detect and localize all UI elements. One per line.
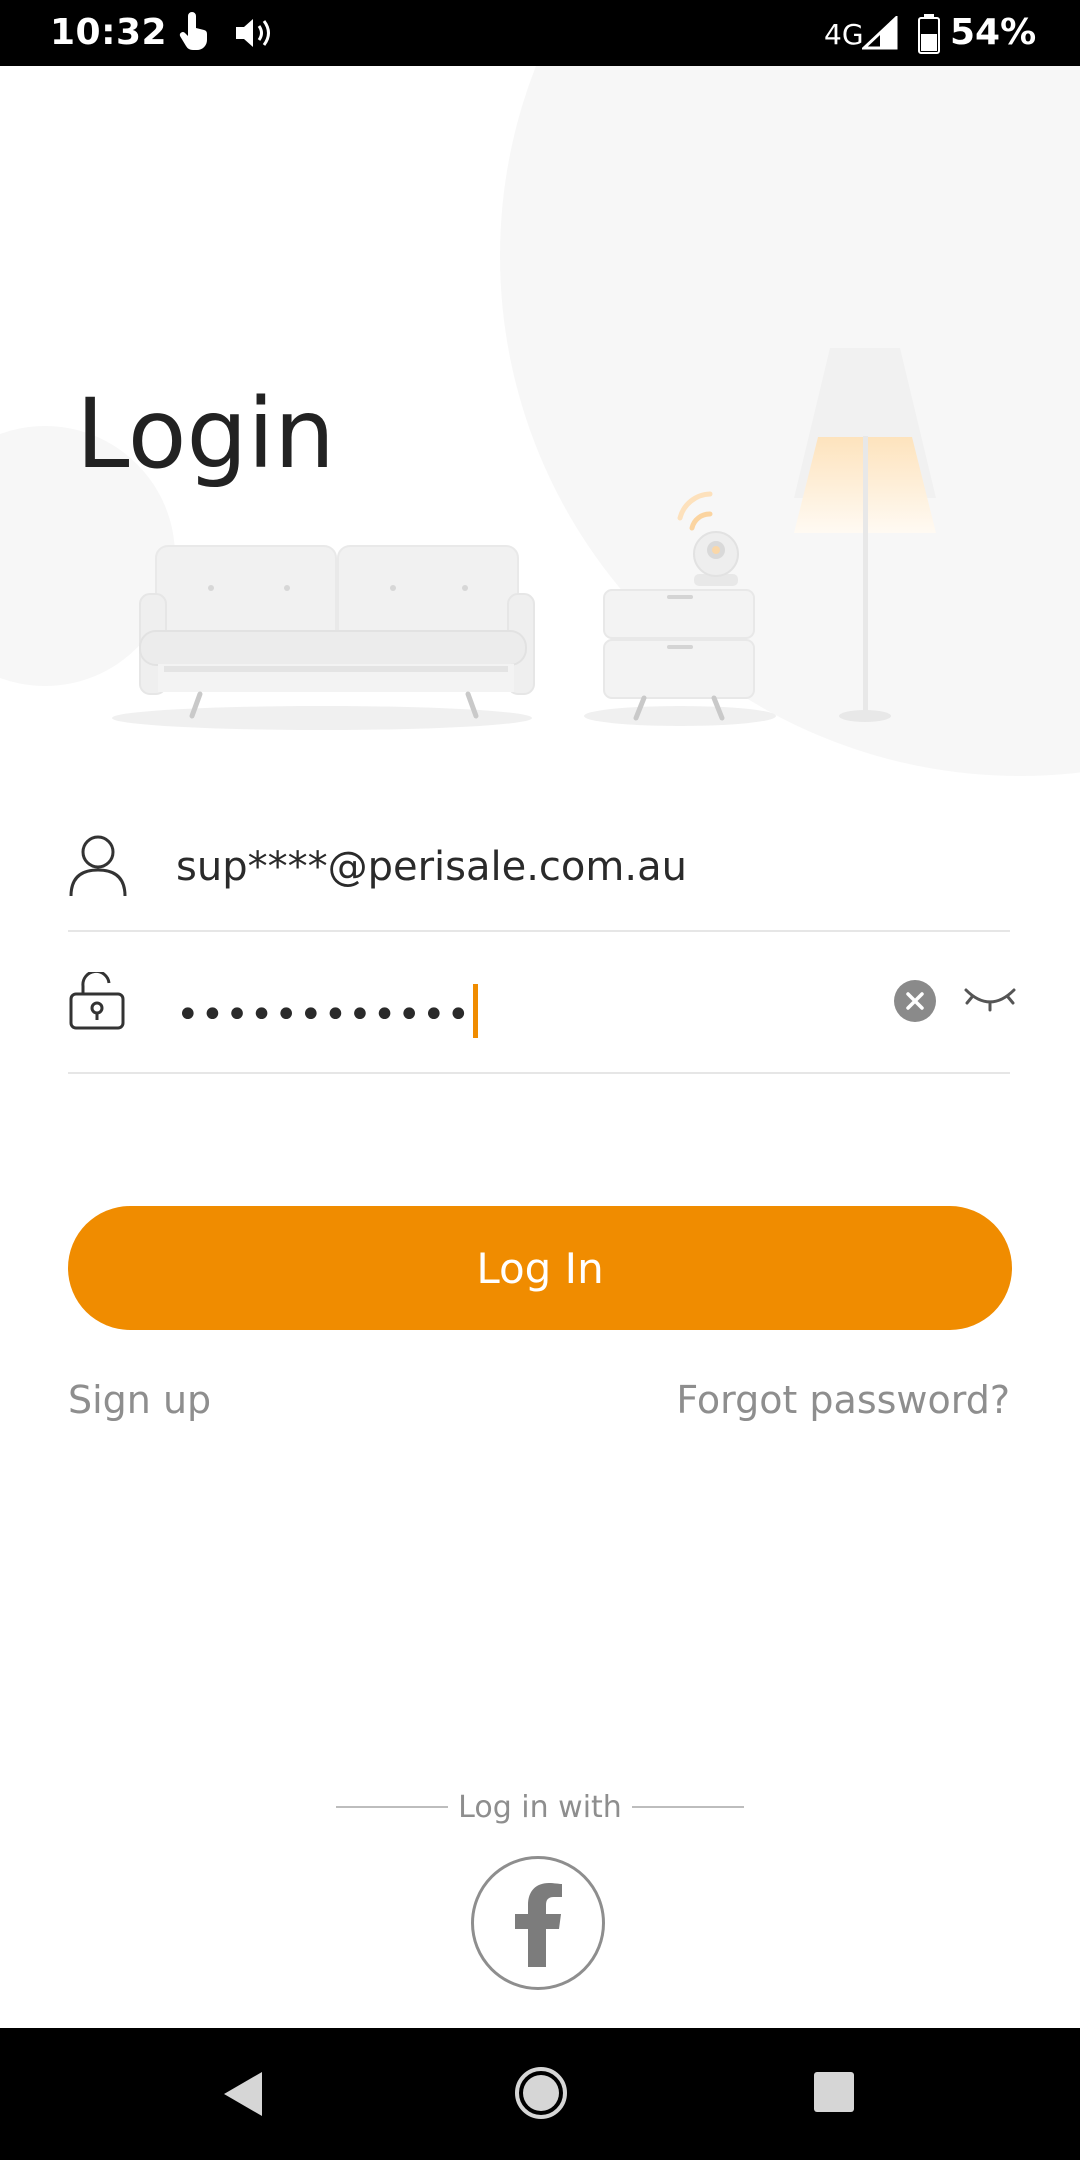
divider-right [632, 1806, 744, 1808]
sofa-icon [139, 545, 535, 719]
back-icon[interactable] [220, 2068, 268, 2125]
volume-icon [234, 16, 274, 54]
page-title: Login [76, 378, 335, 490]
text-cursor [473, 984, 479, 1038]
eye-closed-icon[interactable] [962, 984, 1018, 1019]
network-type: 4G [824, 18, 864, 51]
facebook-icon [515, 1883, 562, 1967]
user-icon [68, 834, 128, 903]
status-time: 10:32 [50, 12, 168, 53]
facebook-login-button[interactable] [471, 1856, 605, 1990]
home-icon[interactable] [514, 2066, 568, 2125]
nightstand-icon [603, 589, 755, 721]
clear-icon[interactable] [894, 980, 936, 1022]
signal-icon [860, 14, 898, 54]
email-value[interactable]: sup****@perisale.com.au [176, 844, 687, 890]
battery-percent: 54% [950, 12, 1037, 53]
signup-link[interactable]: Sign up [68, 1378, 211, 1422]
email-field[interactable]: sup****@perisale.com.au [68, 810, 1010, 932]
navigation-bar [0, 2028, 1080, 2160]
password-value[interactable]: •••••••••••• [176, 984, 479, 1038]
password-dots: •••••••••••• [176, 992, 472, 1038]
touch-icon [176, 12, 212, 56]
status-bar: 10:32 4G 54% [0, 0, 1080, 66]
login-with-label: Log in with [458, 1790, 622, 1825]
login-button[interactable]: Log In [68, 1206, 1012, 1330]
forgot-password-link[interactable]: Forgot password? [676, 1378, 1010, 1422]
password-field[interactable]: •••••••••••• [68, 950, 1016, 1074]
battery-icon [918, 14, 940, 58]
recent-apps-icon[interactable] [812, 2070, 856, 2119]
lock-icon [68, 969, 126, 1035]
